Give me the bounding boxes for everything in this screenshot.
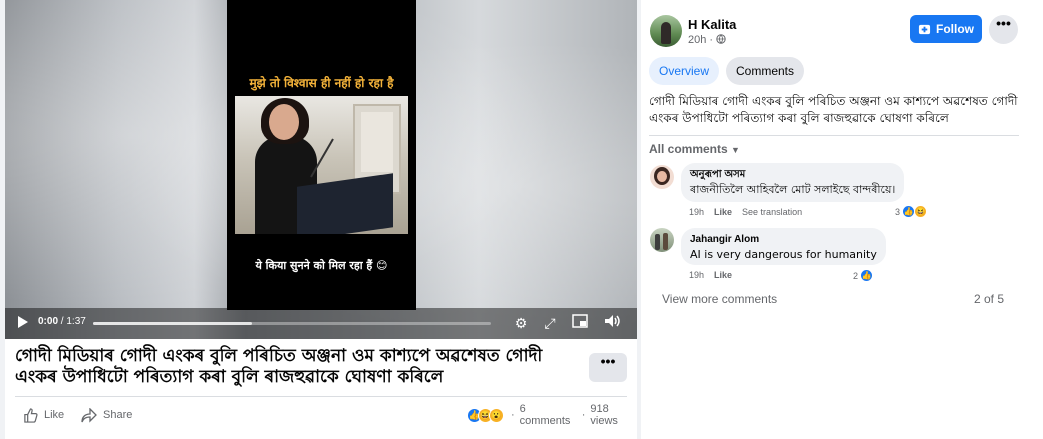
comment-like-button[interactable]: Like [714, 207, 732, 217]
side-panel: H Kalita 20h · Follow ••• Overview Comme… [641, 0, 1043, 439]
commenter-avatar[interactable] [650, 228, 674, 252]
video-scene [235, 96, 408, 234]
reactions[interactable]: 👍 😆 😮 [467, 407, 504, 423]
video-caption-top: मुझे तो विश्वास ही नहीं हो रहा है [249, 76, 394, 90]
comment-text: AI is very dangerous for humanity [690, 248, 877, 261]
author-name[interactable]: H Kalita [688, 17, 736, 32]
like-reaction-icon: 👍 [860, 269, 874, 282]
add-friend-icon [918, 24, 931, 34]
comment-actions: 19h Like [689, 270, 732, 280]
settings-icon[interactable]: ⚙ [511, 313, 531, 333]
comment-filter-label: All comments [649, 142, 728, 156]
share-icon [81, 407, 97, 423]
share-button[interactable]: Share [81, 405, 132, 425]
post-more-button[interactable]: ••• [589, 353, 627, 382]
follow-button[interactable]: Follow [910, 15, 982, 43]
comment-like-button[interactable]: Like [714, 270, 732, 280]
post-title: গোদী মিডিয়াৰ গোদী এংকৰ বুলি পৰিচিত অঞ্জ… [15, 346, 543, 387]
comment-filter[interactable]: All comments ▼ [649, 142, 740, 156]
more-options-button[interactable]: ••• [989, 15, 1018, 44]
commenter-avatar[interactable] [650, 165, 674, 189]
thumbs-up-icon [24, 407, 38, 423]
tab-comments[interactable]: Comments [726, 57, 805, 85]
avatar-person [655, 234, 660, 250]
comment-reaction-count: 2 [853, 270, 859, 281]
post-panel: मुझे तो विश्वास ही नहीं हो रहा है ये किय… [5, 0, 637, 439]
tab-overview[interactable]: Overview [649, 57, 720, 85]
avatar[interactable] [650, 15, 682, 47]
comment-actions: 19h Like See translation [689, 207, 802, 217]
comment-bubble: অনুৰূপা অসম ৰাজনীতিলৈ আহিবলৈ মোট সলাইছে … [681, 163, 905, 202]
commenter-name[interactable]: Jahangir Alom [690, 233, 877, 246]
wow-reaction-icon: 😮 [489, 407, 504, 423]
time-total: / 1:37 [60, 316, 86, 327]
comment-reaction-count: 3 [895, 206, 901, 217]
video-progress-bar[interactable] [93, 322, 491, 325]
video-time: 0:00 / 1:37 [38, 316, 86, 327]
comment-reactions[interactable]: 2 👍 [853, 269, 874, 282]
video-progress-fill [93, 322, 253, 325]
comment-time[interactable]: 19h [689, 207, 704, 217]
avatar-face [657, 171, 667, 182]
stats-separator: · [581, 409, 586, 421]
comment-bubble: Jahangir Alom AI is very dangerous for h… [681, 228, 886, 265]
divider [15, 396, 627, 397]
miniplayer-icon[interactable] [570, 313, 590, 333]
video-caption-bottom: ये किया सुनने को मिल रहा हैं 😊 [255, 259, 388, 272]
share-label: Share [103, 409, 133, 421]
expand-icon[interactable]: ⤢ [540, 313, 560, 333]
comment-pager: 2 of 5 [974, 292, 1005, 306]
stats-separator: · [511, 409, 515, 421]
post-caption: গোদী মিডিয়াৰ গোদী এংকৰ বুলি পৰিচিত অঞ্জ… [649, 94, 1018, 125]
caret-down-icon: ▼ [731, 145, 740, 155]
video-frame: मुझे तो विश्वास ही नहीं हो रहा है ये किय… [227, 0, 416, 310]
comment-text: ৰাজনীতিলৈ আহিবলৈ মোট সলাইছে বান্দৰীয়ে। [690, 183, 896, 196]
volume-icon[interactable] [603, 313, 623, 333]
globe-icon [716, 34, 726, 44]
time-current: 0:00 [38, 316, 59, 327]
see-translation-link[interactable]: See translation [742, 207, 802, 217]
comments-count[interactable]: 6 comments [520, 403, 577, 427]
comment-time[interactable]: 19h [689, 270, 704, 280]
avatar-figure [661, 22, 671, 44]
comment-reactions[interactable]: 3 👍 😆 [895, 205, 928, 218]
haha-reaction-icon: 😆 [914, 205, 928, 218]
views-count: 918 views [590, 403, 618, 427]
like-label: Like [44, 409, 65, 421]
commenter-name[interactable]: অনুৰূপা অসম [690, 168, 895, 181]
page: मुझे तो विश्वास ही नहीं हो रहा है ये किय… [0, 0, 1043, 439]
post-time[interactable]: 20h [688, 34, 706, 46]
like-button[interactable]: Like [23, 405, 64, 425]
speaker-face [269, 104, 299, 140]
avatar-person [663, 233, 668, 250]
play-icon[interactable] [18, 316, 28, 328]
follow-label: Follow [936, 22, 974, 36]
post-stats: 👍 😆 😮 · 6 comments · 918 views [467, 403, 637, 427]
scene-window [361, 112, 393, 172]
post-meta: 20h · [688, 34, 726, 46]
video-controls: 0:00 / 1:37 ⚙ ⤢ [5, 308, 637, 339]
view-more-comments-link[interactable]: View more comments [662, 292, 777, 306]
video-player[interactable]: मुझे तो विश्वास ही नहीं हो रहा है ये किय… [5, 0, 637, 339]
divider [649, 135, 1019, 136]
